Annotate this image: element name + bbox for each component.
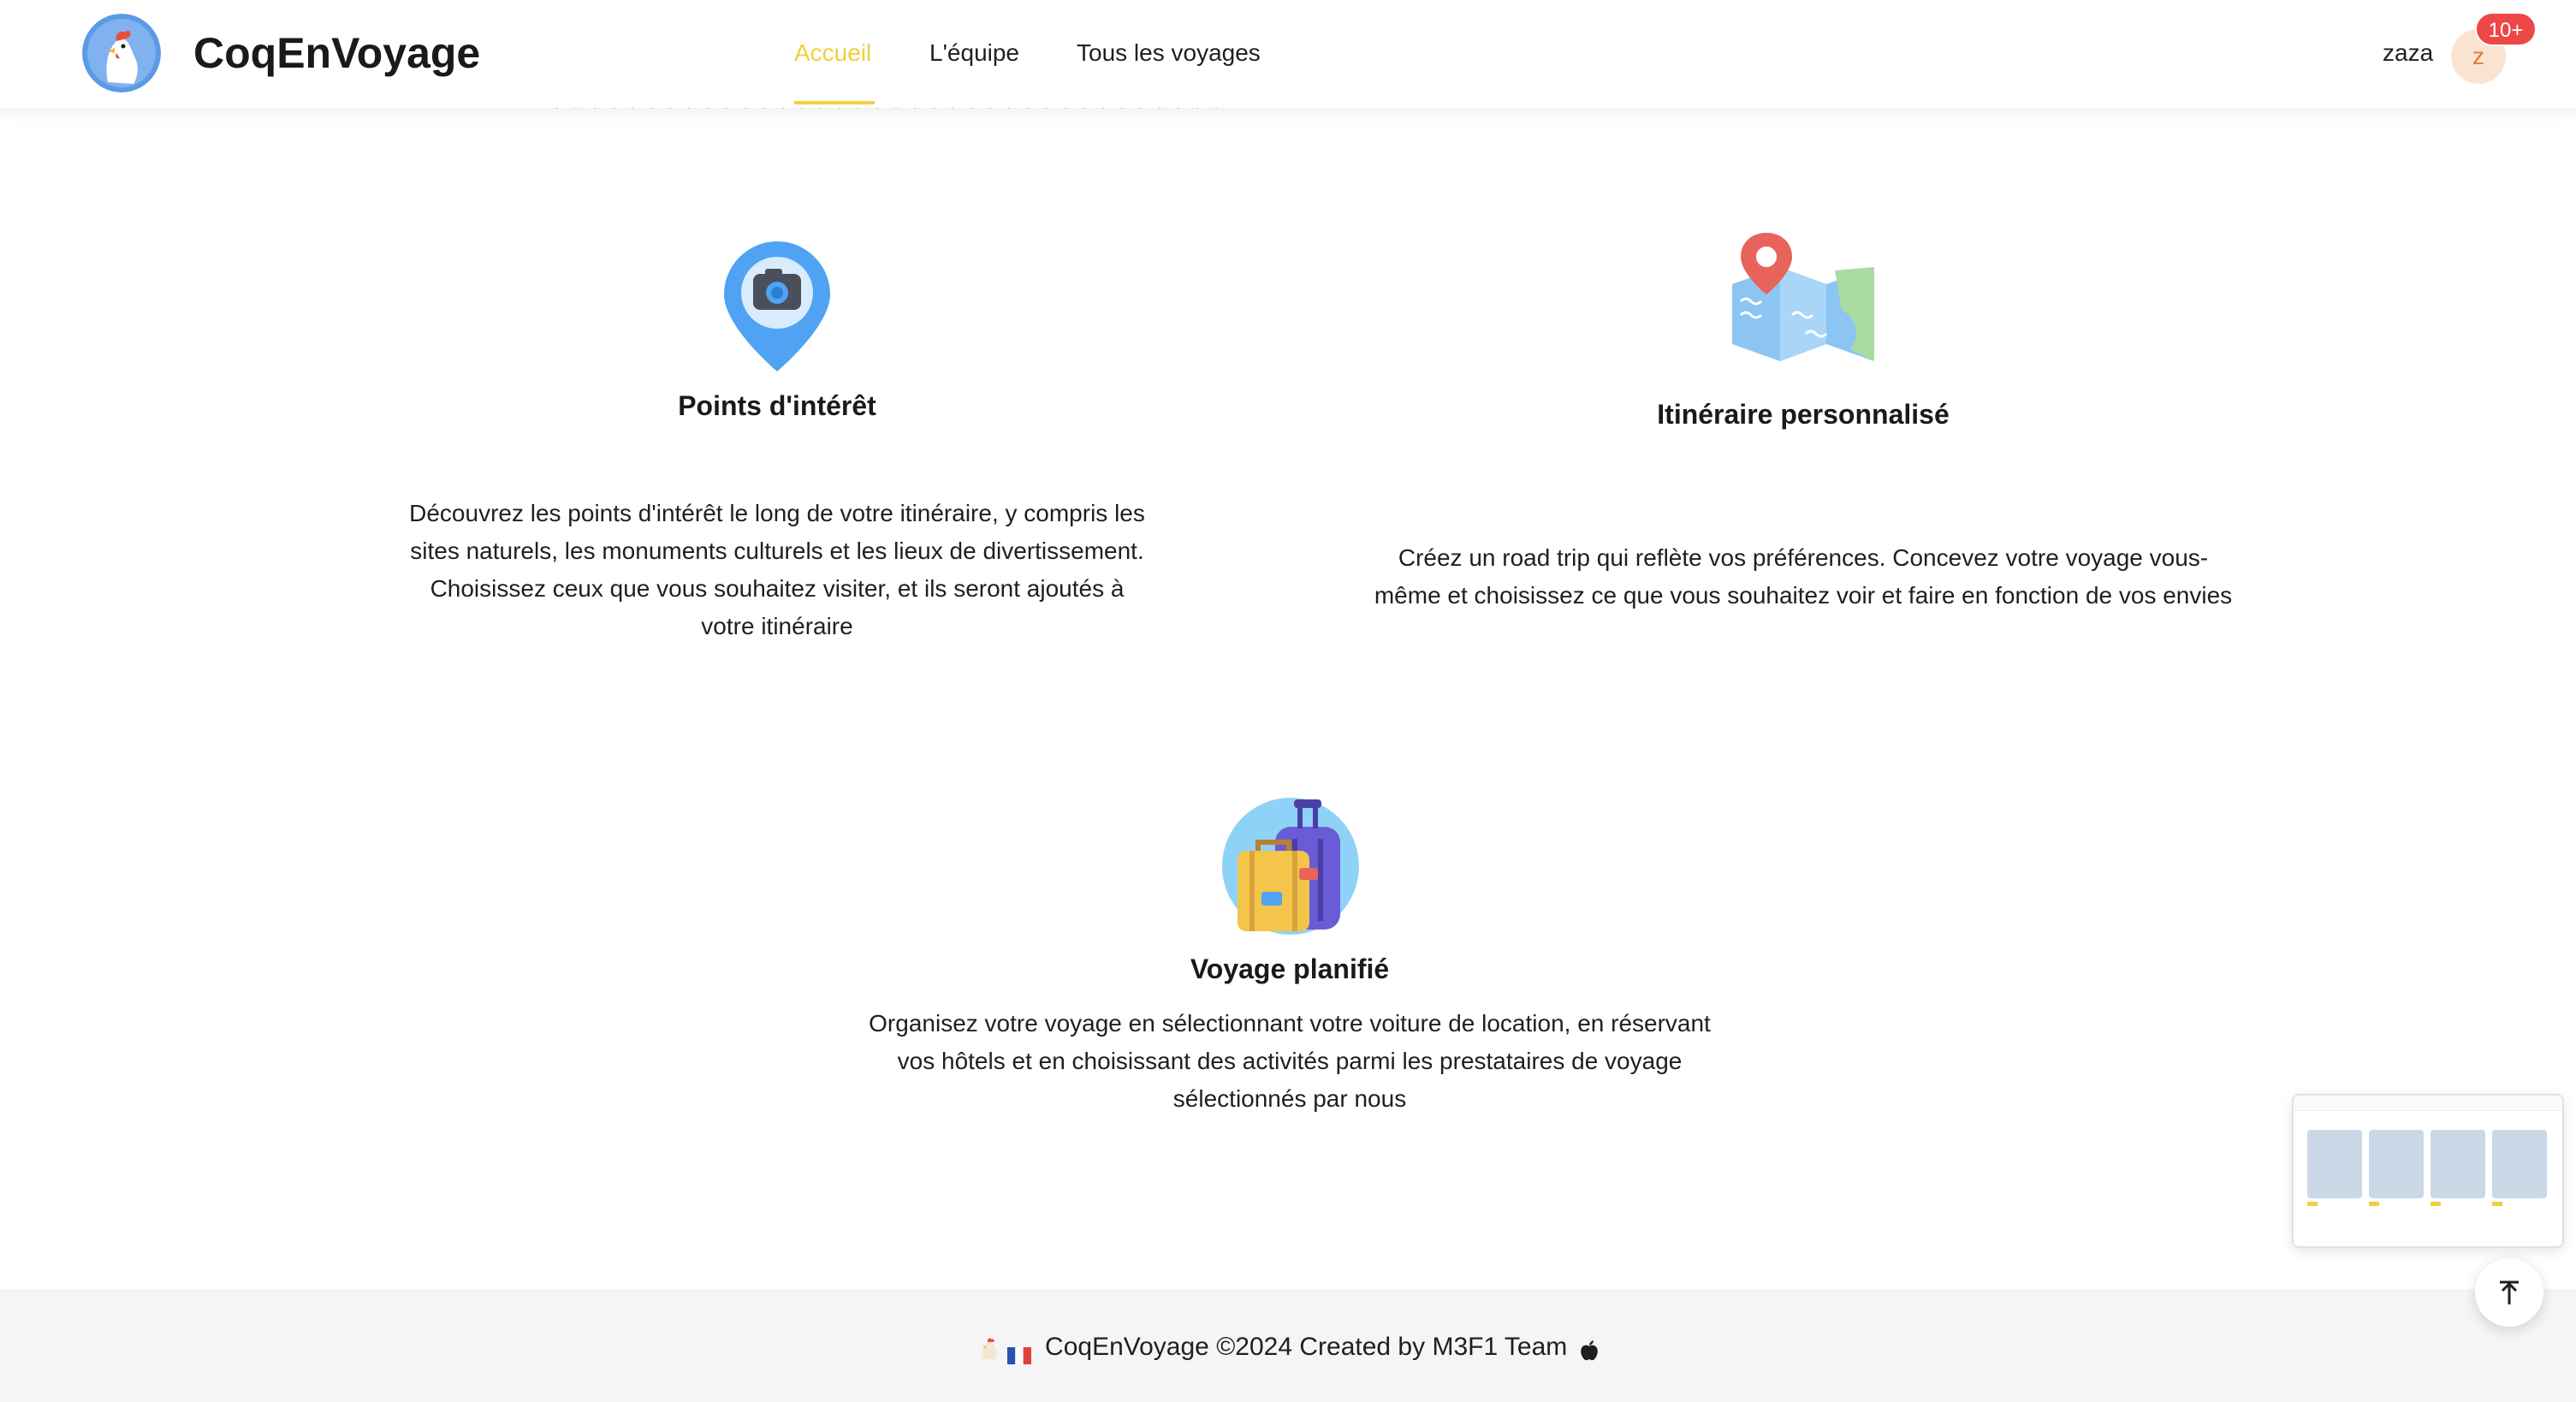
notification-badge[interactable]: 10+ <box>2475 12 2537 46</box>
footer-copyright: CoqEnVoyage ©2024 Created by M3F1 Team <box>1045 1333 1568 1361</box>
feature-title-itineraire: Itinéraire personnalisé <box>1657 399 1950 430</box>
rooster-icon <box>977 1336 1000 1360</box>
username[interactable]: zaza <box>2383 36 2433 70</box>
feature-title-points-interet: Points d'intérêt <box>678 390 876 421</box>
france-flag-icon <box>1006 1340 1031 1365</box>
feature-text-voyage-planifie: Organisez votre voyage en sélectionnant … <box>869 1010 1711 1112</box>
feature-title-voyage-planifie: Voyage planifié <box>1190 953 1390 984</box>
top-navbar: CoqEnVoyage Accueil L'équipe Tous les vo… <box>0 0 2576 108</box>
page-preview-thumbnail[interactable] <box>2292 1094 2564 1248</box>
apple-icon <box>1580 1337 1599 1361</box>
rooster-logo-icon[interactable] <box>82 14 161 92</box>
footer-line: CoqEnVoyage ©2024 Created by M3F1 Team <box>0 1330 2576 1365</box>
brand-name[interactable]: CoqEnVoyage <box>193 26 480 80</box>
nav-item-accueil[interactable]: Accueil <box>794 36 871 70</box>
map-pin-icon <box>1732 233 1874 365</box>
nav-item-equipe[interactable]: L'équipe <box>929 36 1019 70</box>
footer: CoqEnVoyage ©2024 Created by M3F1 Team <box>0 1289 2576 1402</box>
feature-text-points-interet: Découvrez les points d'intérêt le long d… <box>409 500 1145 639</box>
suitcase-icon <box>1220 796 1361 941</box>
feature-text-itineraire: Créez un road trip qui reflète vos préfé… <box>1374 544 2233 609</box>
camera-pin-icon <box>724 241 830 376</box>
nav-active-indicator <box>794 101 875 104</box>
arrow-up-icon <box>2500 1280 2519 1304</box>
back-to-top-button[interactable] <box>2475 1258 2543 1327</box>
nav-item-tous-les-voyages[interactable]: Tous les voyages <box>1077 36 1261 70</box>
